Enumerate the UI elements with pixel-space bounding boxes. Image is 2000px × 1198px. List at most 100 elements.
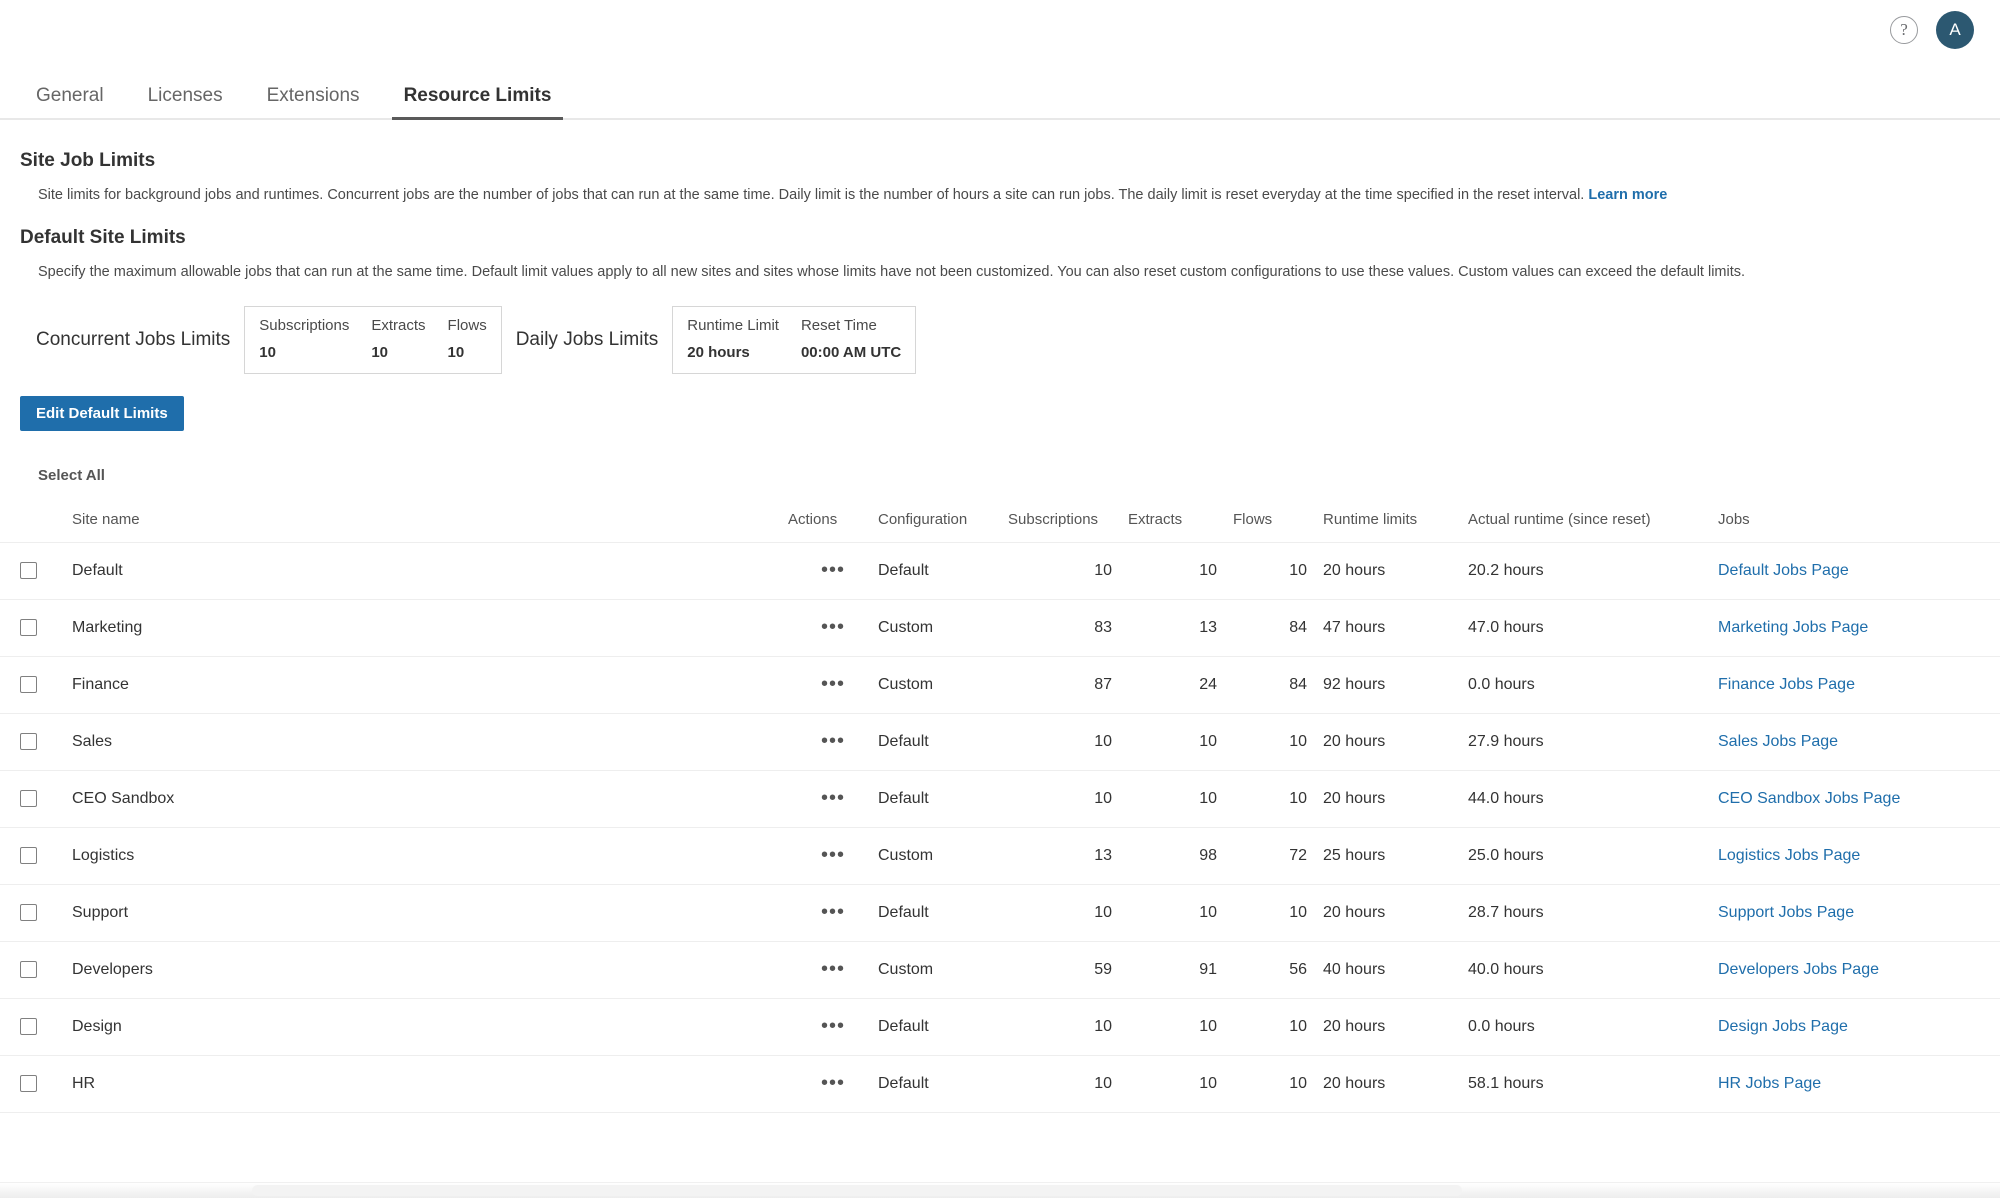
table-row[interactable]: Marketing ••• Custom 83 13 84 47 hours 47.0 hou… xyxy=(0,598,2000,657)
table-row[interactable]: CEO Sandbox ••• Default 10 10 10 20 hours 44.0 … xyxy=(0,769,2000,828)
cell-extracts: 91 xyxy=(1128,940,1233,999)
cell-site-name: HR xyxy=(58,1054,788,1113)
row-checkbox[interactable] xyxy=(20,732,37,750)
cell-configuration: Default xyxy=(878,883,1008,942)
tab-general[interactable]: General xyxy=(14,85,126,118)
tab-licenses[interactable]: Licenses xyxy=(126,85,245,118)
row-checkbox[interactable] xyxy=(20,960,37,978)
cell-actual-runtime: 47.0 hours xyxy=(1468,598,1718,657)
table-row[interactable]: Sales ••• Default 10 10 10 20 hours 27.9 hours S… xyxy=(0,712,2000,771)
jobs-page-link[interactable]: HR Jobs Page xyxy=(1718,1075,1821,1092)
table-row[interactable]: Default ••• Default 10 10 10 20 hours 20.2 hour… xyxy=(0,541,2000,600)
row-actions-menu-icon[interactable]: ••• xyxy=(821,845,845,865)
row-checkbox[interactable] xyxy=(20,1074,37,1092)
cell-jobs-link: Developers Jobs Page xyxy=(1718,940,2000,999)
jobs-page-link[interactable]: Developers Jobs Page xyxy=(1718,961,1879,978)
row-actions-menu-icon[interactable]: ••• xyxy=(821,1016,845,1036)
header-extracts[interactable]: Extracts xyxy=(1128,511,1233,543)
site-job-limits-heading: Site Job Limits xyxy=(20,150,156,171)
cell-runtime-limits: 47 hours xyxy=(1323,598,1468,657)
tab-extensions[interactable]: Extensions xyxy=(245,85,382,118)
header-configuration[interactable]: Configuration xyxy=(878,511,1008,543)
header-actions: Actions xyxy=(788,510,838,528)
row-checkbox[interactable] xyxy=(20,561,37,579)
cell-jobs-link: CEO Sandbox Jobs Page xyxy=(1718,769,2000,828)
horizontal-scrollbar-thumb[interactable] xyxy=(252,1185,1462,1196)
row-actions-cell: ••• xyxy=(788,541,878,600)
row-checkbox[interactable] xyxy=(20,789,37,807)
header-site-name[interactable]: Site name xyxy=(58,511,788,543)
horizontal-scrollbar[interactable] xyxy=(0,1182,2000,1198)
cell-flows: 56 xyxy=(1233,940,1323,999)
jobs-page-link[interactable]: Logistics Jobs Page xyxy=(1718,847,1860,864)
cell-site-name: Finance xyxy=(58,655,788,714)
cell-extracts: 24 xyxy=(1128,655,1233,714)
jobs-page-link[interactable]: Support Jobs Page xyxy=(1718,904,1854,921)
table-row[interactable]: Developers ••• Custom 59 91 56 40 hours 40.0 ho… xyxy=(0,940,2000,999)
cell-flows: 10 xyxy=(1233,541,1323,600)
row-checkbox[interactable] xyxy=(20,618,37,636)
cell-flows: 84 xyxy=(1233,598,1323,657)
cell-site-name: CEO Sandbox xyxy=(58,769,788,828)
row-actions-menu-icon[interactable]: ••• xyxy=(821,902,845,922)
table-row[interactable]: Design ••• Default 10 10 10 20 hours 0.0 hours D… xyxy=(0,997,2000,1056)
row-actions-cell: ••• xyxy=(788,997,878,1056)
table-row[interactable]: Support ••• Default 10 10 10 20 hours 28.7 hour… xyxy=(0,883,2000,942)
jobs-page-link[interactable]: Sales Jobs Page xyxy=(1718,733,1838,750)
jobs-page-link[interactable]: Default Jobs Page xyxy=(1718,562,1849,579)
sites-table-body: Default ••• Default 10 10 10 20 hours 20.2 hour… xyxy=(0,541,2000,1113)
tab-resource-limits[interactable]: Resource Limits xyxy=(382,85,574,120)
jobs-page-link[interactable]: Design Jobs Page xyxy=(1718,1018,1848,1035)
header-checkbox xyxy=(0,511,58,543)
header-subscriptions[interactable]: Subscriptions xyxy=(1008,511,1128,543)
row-checkbox[interactable] xyxy=(20,675,37,693)
table-row[interactable]: HR ••• Default 10 10 10 20 hours 58.1 hours HR J… xyxy=(0,1054,2000,1113)
header-runtime-limits[interactable]: Runtime limits xyxy=(1323,511,1468,543)
row-actions-menu-icon[interactable]: ••• xyxy=(821,788,845,808)
table-row[interactable]: Finance ••• Custom 87 24 84 92 hours 0.0 hours F… xyxy=(0,655,2000,714)
select-all-link[interactable]: Select All xyxy=(38,467,105,484)
row-actions-menu-icon[interactable]: ••• xyxy=(821,674,845,694)
row-actions-menu-icon[interactable]: ••• xyxy=(821,959,845,979)
daily-runtime-limit-cell: Runtime Limit 20 hours xyxy=(687,317,801,361)
cell-flows: 10 xyxy=(1233,1054,1323,1113)
cell-subscriptions: 13 xyxy=(1008,826,1128,885)
header-flows[interactable]: Flows xyxy=(1233,511,1323,543)
concurrent-extracts-label: Extracts xyxy=(371,316,426,334)
cell-jobs-link: Default Jobs Page xyxy=(1718,541,2000,600)
header-actual-runtime[interactable]: Actual runtime (since reset) xyxy=(1468,511,1718,543)
row-checkbox-cell xyxy=(0,883,58,942)
cell-extracts: 10 xyxy=(1128,712,1233,771)
limits-summary: Concurrent Jobs Limits Subscriptions 10 … xyxy=(36,305,2000,374)
concurrent-flows-value: 10 xyxy=(447,343,465,361)
learn-more-link[interactable]: Learn more xyxy=(1588,187,1667,203)
row-actions-menu-icon[interactable]: ••• xyxy=(821,731,845,751)
jobs-page-link[interactable]: Marketing Jobs Page xyxy=(1718,619,1868,636)
row-checkbox[interactable] xyxy=(20,1017,37,1035)
cell-site-name: Design xyxy=(58,997,788,1056)
cell-runtime-limits: 20 hours xyxy=(1323,712,1468,771)
cell-extracts: 10 xyxy=(1128,541,1233,600)
row-actions-menu-icon[interactable]: ••• xyxy=(821,560,845,580)
cell-site-name: Support xyxy=(58,883,788,942)
cell-extracts: 13 xyxy=(1128,598,1233,657)
row-checkbox-cell xyxy=(0,1054,58,1113)
jobs-page-link[interactable]: CEO Sandbox Jobs Page xyxy=(1718,790,1900,807)
daily-jobs-limits-box: Runtime Limit 20 hours Reset Time 00:00 … xyxy=(672,305,917,374)
row-checkbox-cell xyxy=(0,826,58,885)
row-actions-menu-icon[interactable]: ••• xyxy=(821,617,845,637)
edit-default-limits-button[interactable]: Edit Default Limits xyxy=(20,395,184,431)
row-actions-menu-icon[interactable]: ••• xyxy=(821,1073,845,1093)
row-checkbox-cell xyxy=(0,769,58,828)
concurrent-subscriptions-cell: Subscriptions 10 xyxy=(259,317,371,361)
cell-configuration: Default xyxy=(878,712,1008,771)
row-checkbox[interactable] xyxy=(20,903,37,921)
row-checkbox[interactable] xyxy=(20,846,37,864)
table-row[interactable]: Logistics ••• Custom 13 98 72 25 hours 25.0 hou… xyxy=(0,826,2000,885)
help-icon[interactable]: ? xyxy=(1890,16,1918,44)
tab-bar: General Licenses Extensions Resource Lim… xyxy=(0,74,2000,120)
cell-site-name: Developers xyxy=(58,940,788,999)
cell-configuration: Custom xyxy=(878,826,1008,885)
jobs-page-link[interactable]: Finance Jobs Page xyxy=(1718,676,1855,693)
avatar[interactable]: A xyxy=(1936,11,1974,49)
